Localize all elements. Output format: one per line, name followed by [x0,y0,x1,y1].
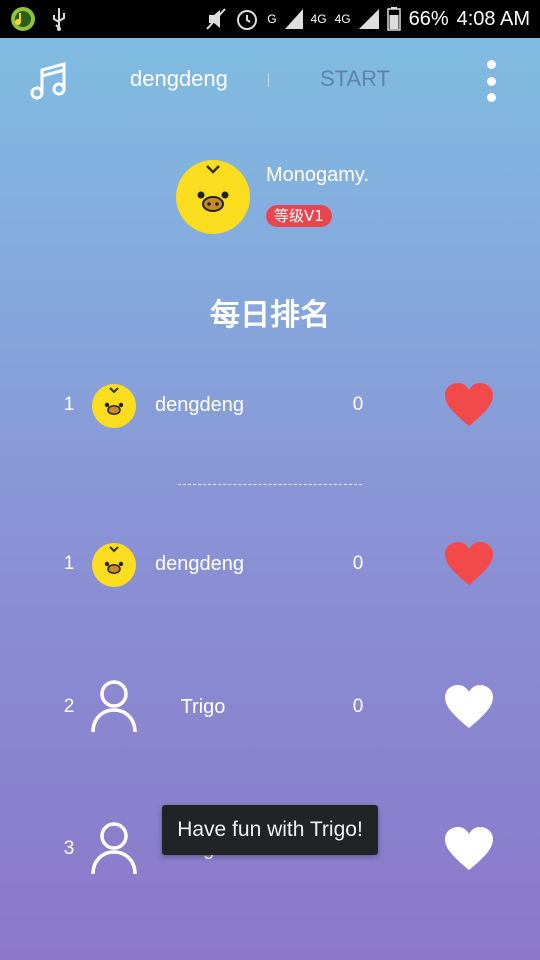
heart-icon[interactable] [444,382,494,428]
more-options-icon[interactable] [480,60,502,102]
user-avatar-icon [90,820,138,876]
battery-icon [386,7,401,31]
network-label: G [267,12,277,26]
rank-number: 1 [63,553,75,574]
rank-number: 1 [63,394,75,415]
user-name: dengdeng [155,394,244,416]
status-bar: G 4G 4G 66% 4:08 AM [0,0,540,38]
my-rank-row[interactable]: 1 dengdeng 0 [0,376,540,436]
user-name: Trigo [180,696,226,718]
network-label: 4G [334,12,351,26]
heart-icon[interactable] [444,541,494,587]
heart-icon[interactable] [444,826,494,872]
rank-number: 2 [63,696,75,717]
toast-message: Have fun with Trigo! [162,805,378,855]
tab-start[interactable]: START [320,66,390,92]
level-badge: 等级V1 [266,205,332,227]
score: 0 [352,696,364,717]
chick-avatar-icon [92,543,136,587]
network-label: 4G [310,12,327,26]
ranking-row[interactable]: 1 dengdeng 0 [0,535,540,595]
app-bar: dengdeng START [0,38,540,122]
battery-percent: 66% [408,7,449,30]
tab-dengdeng[interactable]: dengdeng [130,66,228,92]
score: 0 [352,553,364,574]
tab-separator [268,73,269,87]
ranking-row[interactable]: 2 Trigo 0 [0,678,540,738]
alarm-icon [235,7,259,31]
heart-icon[interactable] [444,684,494,730]
app-screen: G 4G 4G 66% 4:08 AM dengdeng START Monog… [0,0,540,960]
user-name: dengdeng [155,553,244,575]
music-icon[interactable] [28,60,70,102]
divider [178,484,362,485]
rank-number: 3 [63,838,75,859]
section-title: 每日排名 [210,298,330,333]
mute-icon [205,7,227,31]
signal-icon [358,9,379,29]
clock: 4:08 AM [456,7,530,30]
usb-icon [50,6,68,32]
chick-avatar-icon [92,384,136,428]
signal-icon [284,9,303,29]
app-notification-icon [10,6,36,32]
user-avatar-icon [90,678,138,734]
profile-avatar[interactable] [176,160,250,234]
score: 0 [352,394,364,415]
profile-name: Monogamy. [266,164,370,186]
